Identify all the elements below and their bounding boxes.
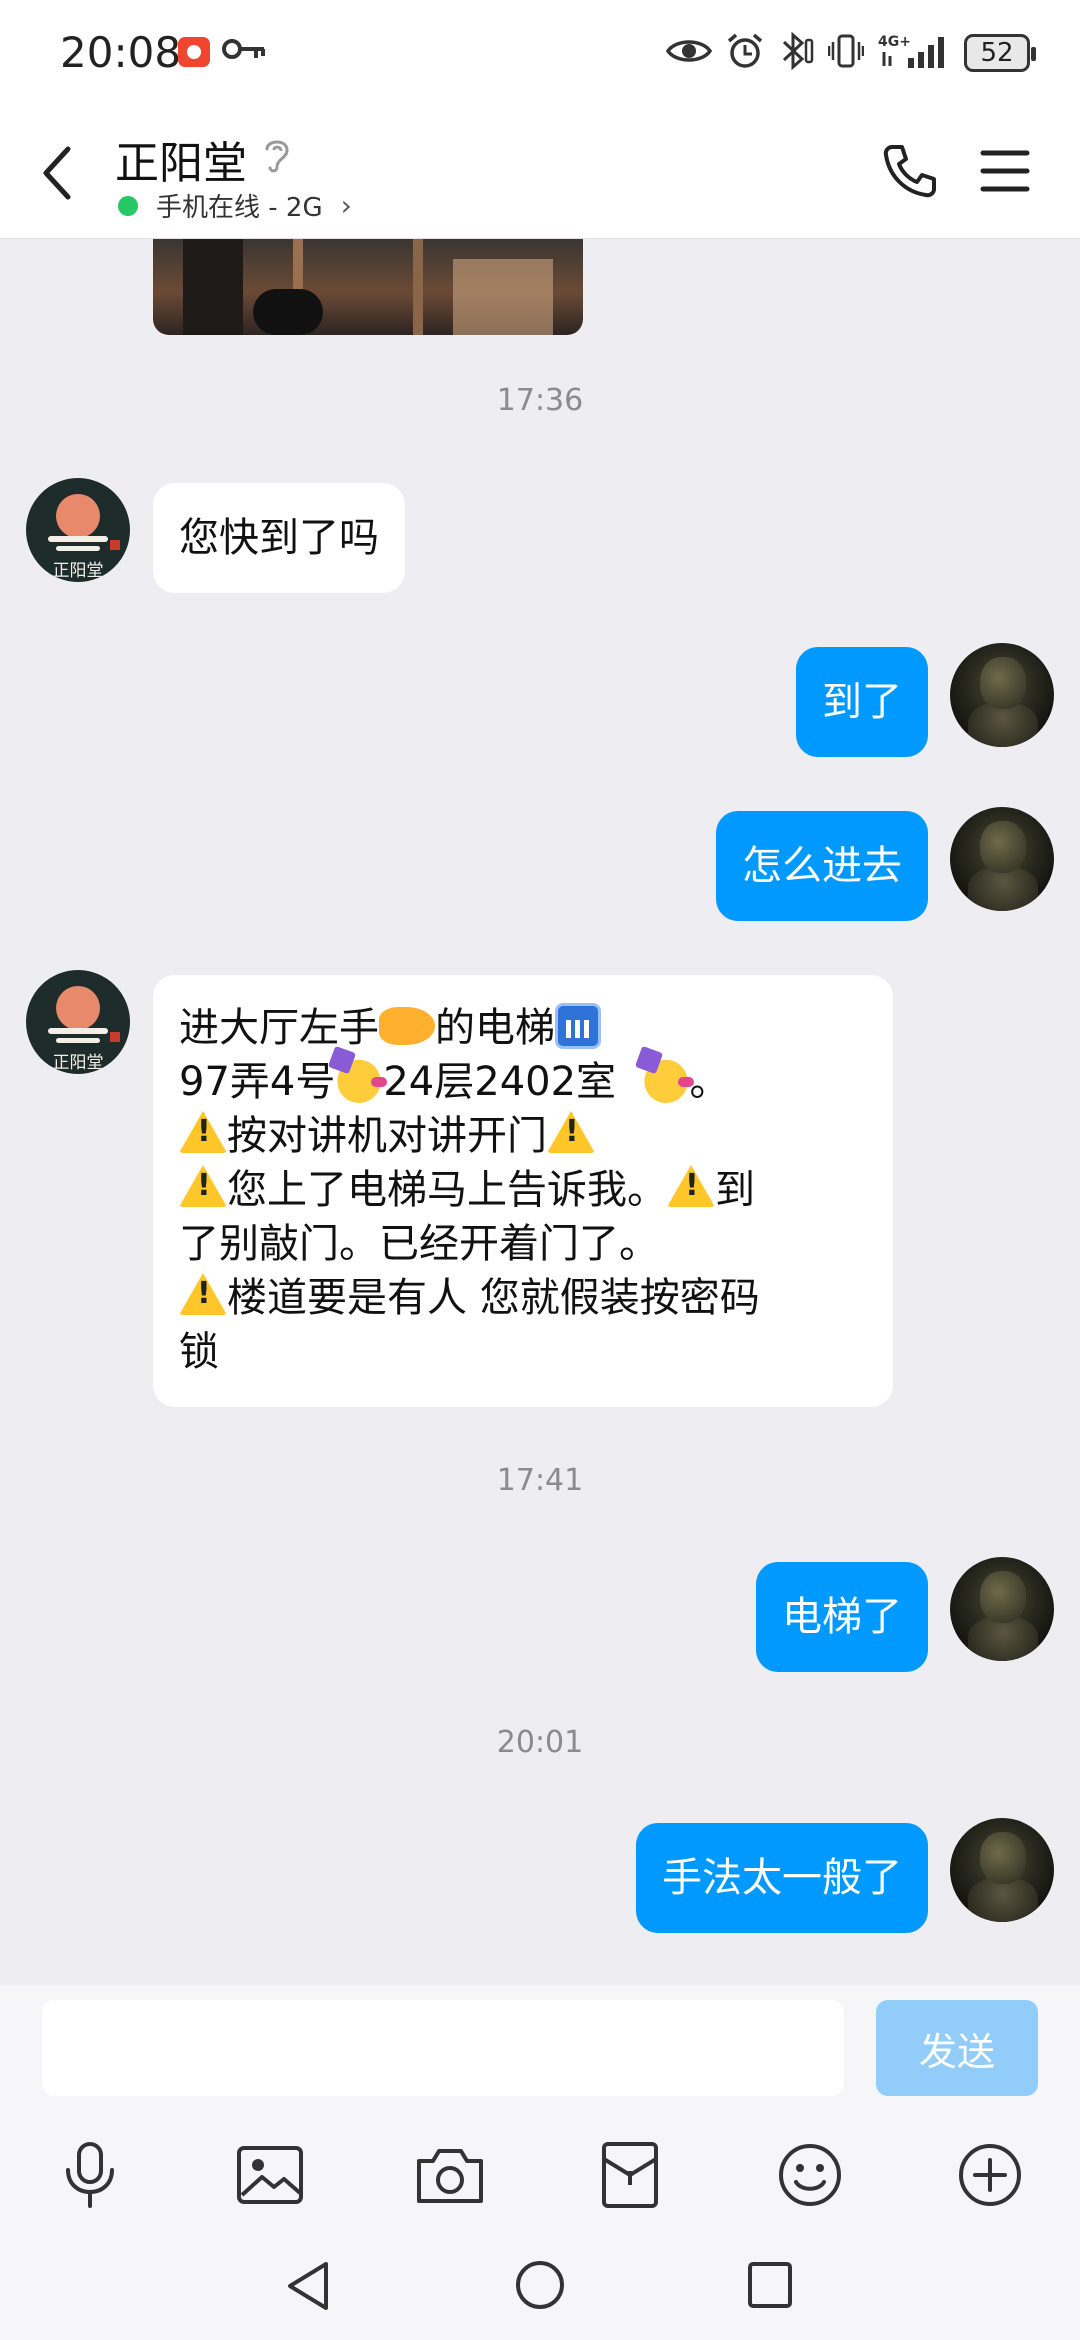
status-bar: 20:08 4G+ 52 bbox=[0, 0, 1080, 105]
message-text: 到 bbox=[715, 1167, 755, 1213]
online-dot bbox=[118, 195, 138, 216]
status-time: 20:08 bbox=[60, 28, 182, 77]
chevron-right-icon: › bbox=[340, 189, 352, 222]
alarm-icon bbox=[726, 32, 764, 74]
message-line: 了别敲门。已经开着门了。 bbox=[179, 1217, 867, 1271]
signal-icon: 4G+ bbox=[878, 32, 950, 74]
nav-home-icon[interactable] bbox=[513, 2258, 567, 2316]
warning-icon bbox=[667, 1165, 715, 1207]
bluetooth-icon bbox=[778, 31, 814, 74]
my-avatar[interactable] bbox=[950, 643, 1054, 747]
message-text: 97弄4号 bbox=[179, 1059, 336, 1105]
outgoing-message[interactable]: 电梯了 bbox=[756, 1562, 928, 1672]
incoming-message[interactable]: 您快到了吗 bbox=[153, 483, 405, 593]
party-face-icon bbox=[335, 1055, 388, 1103]
nav-recents-icon[interactable] bbox=[745, 2258, 795, 2316]
contact-name[interactable]: 正阳堂 bbox=[115, 127, 247, 191]
send-button[interactable]: 发送 bbox=[876, 2000, 1038, 2096]
vibrate-icon bbox=[827, 32, 865, 74]
message-text: 的电梯 bbox=[435, 1005, 555, 1051]
message-line: 楼道要是有人 您就假装按密码 bbox=[179, 1271, 867, 1325]
timestamp: 20:01 bbox=[496, 1725, 584, 1760]
online-status-label: 手机在线 - 2G bbox=[156, 193, 323, 223]
message-text: 进大厅左手 bbox=[179, 1005, 379, 1051]
message-text: 到了 bbox=[822, 679, 902, 725]
red-packet-icon[interactable] bbox=[590, 2135, 670, 2215]
message-text: 怎么进去 bbox=[742, 843, 902, 889]
message-line: 按对讲机对讲开门 bbox=[179, 1109, 867, 1163]
message-text: 按对讲机对讲开门 bbox=[227, 1113, 547, 1159]
pointing-left-icon bbox=[379, 1007, 435, 1045]
outgoing-message[interactable]: 到了 bbox=[796, 647, 928, 757]
system-navigation-bar bbox=[0, 2230, 1080, 2340]
screen-record-icon bbox=[178, 37, 210, 67]
image-message[interactable] bbox=[153, 239, 583, 335]
avatar-logo-text: 正阳堂 bbox=[52, 561, 104, 581]
contact-avatar[interactable]: 正阳堂 bbox=[26, 478, 130, 582]
message-text: 电梯了 bbox=[782, 1594, 902, 1640]
online-status[interactable]: 手机在线 - 2G › bbox=[118, 187, 352, 224]
eye-icon bbox=[665, 36, 713, 70]
timestamp: 17:36 bbox=[496, 383, 584, 418]
menu-icon[interactable] bbox=[980, 149, 1030, 197]
microphone-icon[interactable] bbox=[50, 2135, 130, 2215]
message-text: 。 bbox=[689, 1059, 730, 1105]
warning-icon bbox=[179, 1111, 227, 1153]
ear-icon[interactable] bbox=[262, 135, 292, 179]
my-avatar[interactable] bbox=[950, 1818, 1054, 1922]
contact-avatar[interactable]: 正阳堂 bbox=[26, 970, 130, 1074]
timestamp: 17:41 bbox=[496, 1463, 584, 1498]
emoji-icon[interactable] bbox=[770, 2135, 850, 2215]
plus-icon[interactable] bbox=[950, 2135, 1030, 2215]
image-icon[interactable] bbox=[230, 2135, 310, 2215]
input-toolbar bbox=[0, 2135, 1080, 2225]
elevator-icon bbox=[555, 1003, 601, 1049]
my-avatar[interactable] bbox=[950, 1557, 1054, 1661]
vpn-key-icon bbox=[222, 34, 266, 68]
camera-icon[interactable] bbox=[410, 2135, 490, 2215]
message-text: 了别敲门。已经开着门了。 bbox=[179, 1221, 659, 1267]
message-text: 手法太一般了 bbox=[662, 1855, 902, 1901]
outgoing-message[interactable]: 手法太一般了 bbox=[636, 1823, 928, 1933]
message-line: 97弄4号 24层2402室 。 bbox=[179, 1055, 867, 1109]
svg-text:4G+: 4G+ bbox=[878, 34, 911, 50]
message-text: 楼道要是有人 您就假装按密码 bbox=[227, 1275, 760, 1321]
message-line: 您上了电梯马上告诉我。 到 bbox=[179, 1163, 867, 1217]
outgoing-message[interactable]: 怎么进去 bbox=[716, 811, 928, 921]
message-input[interactable] bbox=[42, 2000, 844, 2096]
message-text: 您上了电梯马上告诉我。 bbox=[227, 1167, 667, 1213]
my-avatar[interactable] bbox=[950, 807, 1054, 911]
message-text: 锁 bbox=[179, 1329, 219, 1375]
warning-icon bbox=[179, 1165, 227, 1207]
chat-header: 正阳堂 手机在线 - 2G › bbox=[0, 105, 1080, 239]
nav-back-icon[interactable] bbox=[282, 2258, 334, 2318]
back-arrow-icon[interactable] bbox=[38, 143, 74, 207]
message-text: 您快到了吗 bbox=[179, 515, 379, 561]
battery-icon: 52 bbox=[964, 34, 1036, 72]
message-text: 24层2402室 bbox=[383, 1059, 617, 1105]
incoming-message[interactable]: 进大厅左手 的电梯 97弄4号 24层2402室 。 按对讲机对讲开门 您上了电梯马… bbox=[153, 975, 893, 1407]
warning-icon bbox=[547, 1111, 595, 1153]
avatar-logo-text: 正阳堂 bbox=[52, 1053, 104, 1073]
phone-icon[interactable] bbox=[880, 141, 940, 205]
message-line: 进大厅左手 的电梯 bbox=[179, 1001, 867, 1055]
warning-icon bbox=[179, 1273, 227, 1315]
party-face-icon bbox=[641, 1055, 694, 1103]
message-line: 锁 bbox=[179, 1325, 867, 1379]
